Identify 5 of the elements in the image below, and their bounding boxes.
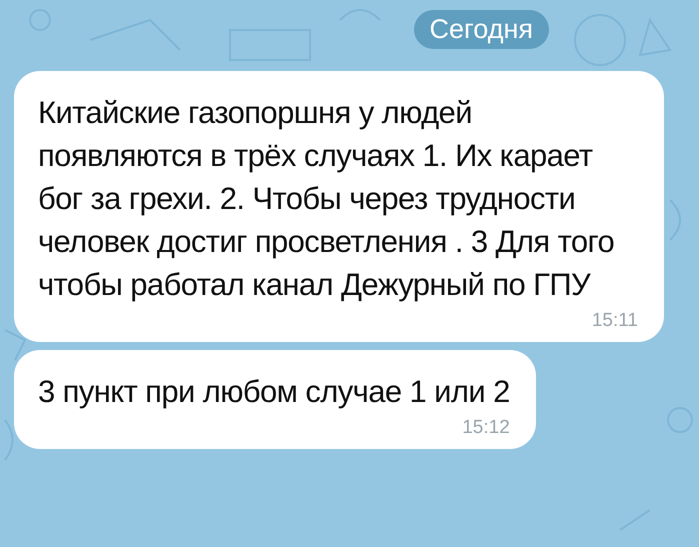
date-badge: Сегодня (414, 10, 549, 49)
message-time: 15:12 (462, 417, 510, 439)
message-text: Китайские газопоршня у людей появляются в трёх случаях 1. Их карает бог за грехи. 2. Чтобы через трудности человек достиг просветления . 3 Для того чтобы работал канал Дежурный по ГПУ (38, 94, 616, 304)
message-text: 3 пункт при любом случае 1 или 2 (38, 373, 510, 411)
message-time: 15:11 (592, 310, 638, 332)
